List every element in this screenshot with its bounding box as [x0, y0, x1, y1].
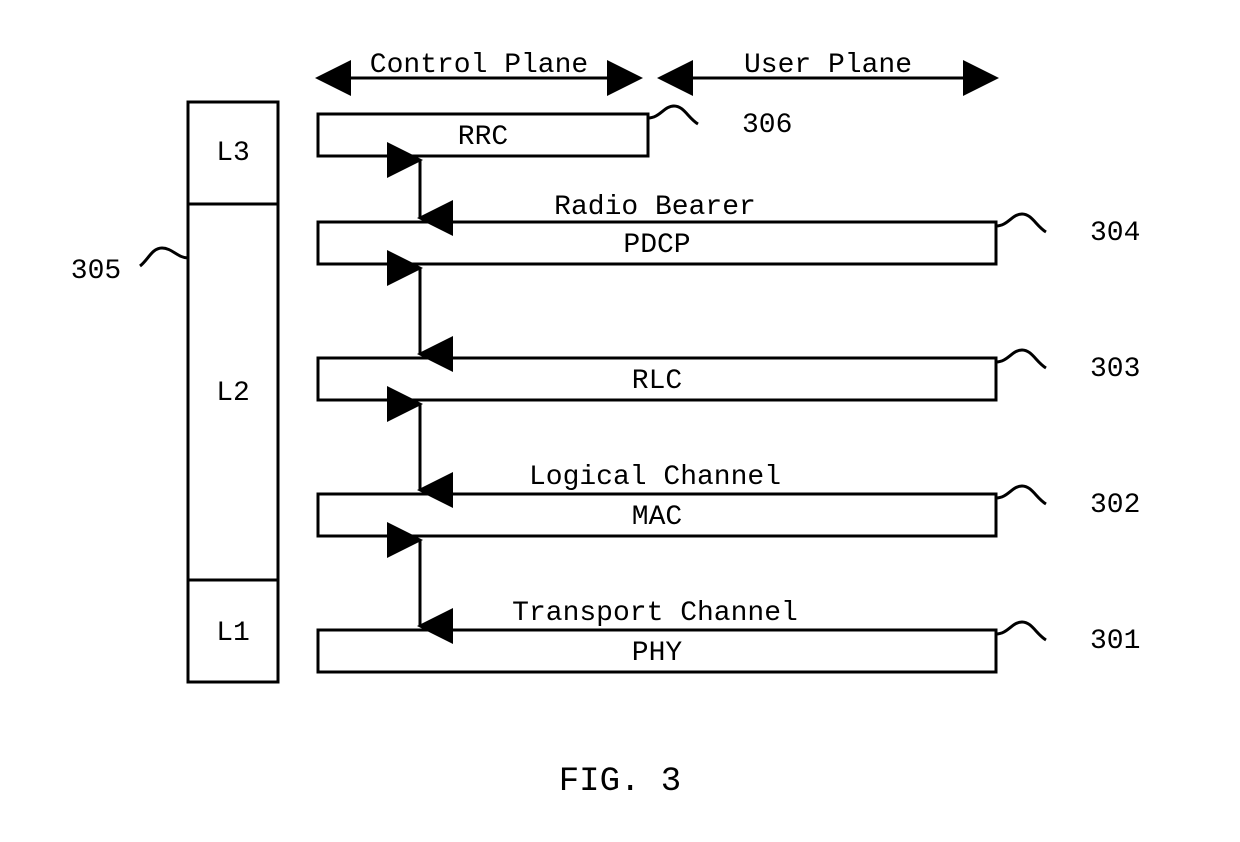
phy-label: PHY	[632, 638, 683, 669]
iface-logical-channel: Logical Channel	[529, 462, 781, 493]
protocol-stack-diagram: L3 L2 L1 305 Control Plane User Plane RR…	[0, 0, 1240, 842]
plane-labels: Control Plane User Plane	[318, 50, 996, 81]
sidebar-l3: L3	[216, 138, 250, 169]
ref-305: 305	[71, 248, 188, 287]
mac-box: MAC 302	[318, 486, 1140, 536]
rlc-label: RLC	[632, 366, 682, 397]
rrc-label: RRC	[458, 122, 508, 153]
phy-box: PHY 301	[318, 622, 1140, 672]
ref-304: 304	[1090, 218, 1140, 249]
sidebar-l1: L1	[216, 618, 250, 649]
rrc-box: RRC 306	[318, 106, 792, 156]
ref-306: 306	[742, 110, 792, 141]
figure-caption: FIG. 3	[559, 763, 681, 801]
pdcp-label: PDCP	[623, 230, 690, 261]
ref-302: 302	[1090, 490, 1140, 521]
sidebar-l2: L2	[216, 378, 250, 409]
control-plane-label: Control Plane	[370, 50, 588, 81]
svg-text:305: 305	[71, 256, 121, 287]
iface-radio-bearer: Radio Bearer	[554, 192, 756, 223]
iface-transport-channel: Transport Channel	[512, 598, 798, 629]
ref-303: 303	[1090, 354, 1140, 385]
mac-label: MAC	[632, 502, 682, 533]
layer-sidebar: L3 L2 L1	[188, 102, 278, 682]
ref-301: 301	[1090, 626, 1140, 657]
pdcp-box: PDCP 304	[318, 214, 1140, 264]
rlc-box: RLC 303	[318, 350, 1140, 400]
user-plane-label: User Plane	[744, 50, 912, 81]
